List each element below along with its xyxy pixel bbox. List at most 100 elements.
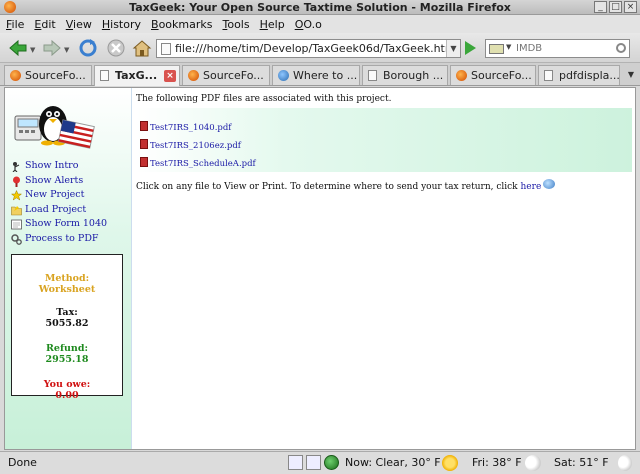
sidebar-item-process-to-pdf[interactable]: Process to PDF <box>11 233 107 247</box>
address-dropdown-icon[interactable]: ▼ <box>446 40 460 57</box>
tax-summary-box: Method: Worksheet Tax: 5055.82 Refund: 2… <box>11 254 123 401</box>
sidebar-item-show-form-1040[interactable]: Show Form 1040 <box>11 218 107 232</box>
forward-history-dropdown-icon[interactable]: ▼ <box>64 46 69 54</box>
star-icon <box>11 190 22 201</box>
owe-label: You owe: <box>43 379 91 390</box>
search-engine-dropdown-icon[interactable]: ▼ <box>506 43 511 51</box>
firefox-icon <box>456 70 467 81</box>
page-icon <box>544 70 553 81</box>
search-engine-icon[interactable] <box>489 44 504 54</box>
back-arrow-icon[interactable] <box>8 38 28 58</box>
tab-list-dropdown-icon[interactable]: ▼ <box>624 67 638 83</box>
reload-icon[interactable] <box>78 38 98 58</box>
menu-tools[interactable]: Tools <box>222 18 249 31</box>
refund-label: Refund: <box>46 343 88 354</box>
tab-sourceforge-2[interactable]: SourceFo... <box>182 65 270 85</box>
back-history-dropdown-icon[interactable]: ▼ <box>30 46 35 54</box>
taxgeek-logo-icon <box>14 106 95 149</box>
window-title: TaxGeek: Your Open Source Taxtime Soluti… <box>129 1 511 14</box>
pdf-icon <box>140 139 148 149</box>
page-icon <box>100 70 109 81</box>
tab-label: SourceFo... <box>203 69 264 82</box>
search-icon[interactable] <box>616 43 626 53</box>
tax-summary: Tax: 5055.82 <box>12 307 122 329</box>
page-content: Show Intro Show Alerts New Project Load … <box>4 87 636 450</box>
sidebar-item-show-alerts[interactable]: Show Alerts <box>11 175 107 189</box>
tab-sourceforge-1[interactable]: SourceFo... <box>4 65 92 85</box>
weather-saturday[interactable]: Sat: 51° F <box>554 456 609 469</box>
tab-label: Where to ... <box>293 69 358 82</box>
pdf-file-link[interactable]: Test7IRS_2106ez.pdf <box>140 139 241 151</box>
tab-label: TaxG... <box>115 69 158 82</box>
intro-text: The following PDF files are associated w… <box>136 94 392 104</box>
tab-sourceforge-3[interactable]: SourceFo... <box>450 65 536 85</box>
pdf-file-link[interactable]: Test7IRS_1040.pdf <box>140 121 231 133</box>
status-icons <box>288 455 339 470</box>
menu-bookmarks[interactable]: Bookmarks <box>151 18 212 31</box>
search-input[interactable] <box>516 41 611 56</box>
method-summary: Method: Worksheet <box>12 273 122 295</box>
status-indicator-icon[interactable] <box>324 455 339 470</box>
forward-arrow-icon[interactable] <box>42 38 62 58</box>
tab-pdfdisplay[interactable]: pdfdispla... <box>538 65 620 85</box>
sidebar-item-new-project[interactable]: New Project <box>11 189 107 203</box>
tab-borough[interactable]: Borough ... <box>362 65 448 85</box>
menu-help[interactable]: Help <box>260 18 285 31</box>
maximize-button[interactable]: □ <box>609 1 622 13</box>
search-bar[interactable]: ▼ <box>485 39 630 58</box>
instructions-body: Click on any file to View or Print. To d… <box>136 182 518 192</box>
tax-value: 5055.82 <box>45 318 89 329</box>
minimize-button[interactable]: _ <box>594 1 607 13</box>
tab-label: Borough ... <box>383 69 444 82</box>
tab-label: pdfdispla... <box>559 69 620 82</box>
sidebar-item-label: Show Intro <box>25 160 79 171</box>
pdf-file-name[interactable]: Test7IRS_2106ez.pdf <box>150 141 241 151</box>
here-link[interactable]: here <box>521 182 542 192</box>
method-label: Method: <box>44 273 90 284</box>
menu-file[interactable]: File <box>6 18 24 31</box>
stop-icon[interactable] <box>106 38 126 58</box>
weather-now[interactable]: Now: Clear, 30° F <box>345 456 441 469</box>
sidebar-item-show-intro[interactable]: Show Intro <box>11 160 107 174</box>
form-icon <box>11 219 22 230</box>
menu-ooo[interactable]: OO.o <box>295 18 322 31</box>
pdf-icon <box>140 157 148 167</box>
pdf-icon <box>140 121 148 131</box>
close-button[interactable]: × <box>624 1 637 13</box>
weather-friday[interactable]: Fri: 38° F <box>472 456 522 469</box>
status-text: Done <box>8 456 37 469</box>
calculator-icon[interactable] <box>288 455 303 470</box>
home-icon[interactable] <box>132 38 152 58</box>
alert-icon <box>13 176 20 187</box>
pdf-file-name[interactable]: Test7IRS_1040.pdf <box>150 123 231 133</box>
go-arrow-icon[interactable] <box>465 41 476 55</box>
sidebar-item-label: Load Project <box>25 203 87 215</box>
globe-icon[interactable] <box>543 179 556 189</box>
cloud-icon <box>525 455 541 471</box>
tab-taxgeek[interactable]: TaxG... × <box>94 65 180 86</box>
sun-icon <box>442 455 458 471</box>
main-panel: The following PDF files are associated w… <box>136 88 635 449</box>
close-tab-icon[interactable]: × <box>164 70 176 82</box>
tab-where-to[interactable]: Where to ... <box>272 65 360 85</box>
sidebar-item-load-project[interactable]: Load Project <box>11 204 107 218</box>
globe-icon <box>278 70 289 81</box>
address-bar-url[interactable]: file:///home/tim/Develop/TaxGeek06d/TaxG… <box>175 42 456 55</box>
sidebar-nav: Show Intro Show Alerts New Project Load … <box>11 160 107 247</box>
menu-history[interactable]: History <box>102 18 141 31</box>
sidebar: Show Intro Show Alerts New Project Load … <box>5 88 132 449</box>
refund-summary: Refund: 2955.18 <box>12 343 122 365</box>
pdf-file-link[interactable]: Test7IRS_ScheduleA.pdf <box>140 157 256 169</box>
tax-label: Tax: <box>56 307 78 318</box>
stats-icon[interactable] <box>306 455 321 470</box>
navigation-toolbar: ▼ ▼ file:///home/tim/Develop/TaxGeek06d/… <box>0 33 640 63</box>
pdf-file-name[interactable]: Test7IRS_ScheduleA.pdf <box>150 159 256 169</box>
tab-label: SourceFo... <box>471 69 532 82</box>
firefox-icon <box>188 70 199 81</box>
menu-edit[interactable]: Edit <box>34 18 55 31</box>
sidebar-item-label: Process to PDF <box>25 232 99 244</box>
address-bar[interactable]: file:///home/tim/Develop/TaxGeek06d/TaxG… <box>156 39 461 58</box>
sidebar-item-label: New Project <box>25 189 85 200</box>
window-controls: _ □ × <box>594 1 637 13</box>
menu-view[interactable]: View <box>66 18 92 31</box>
